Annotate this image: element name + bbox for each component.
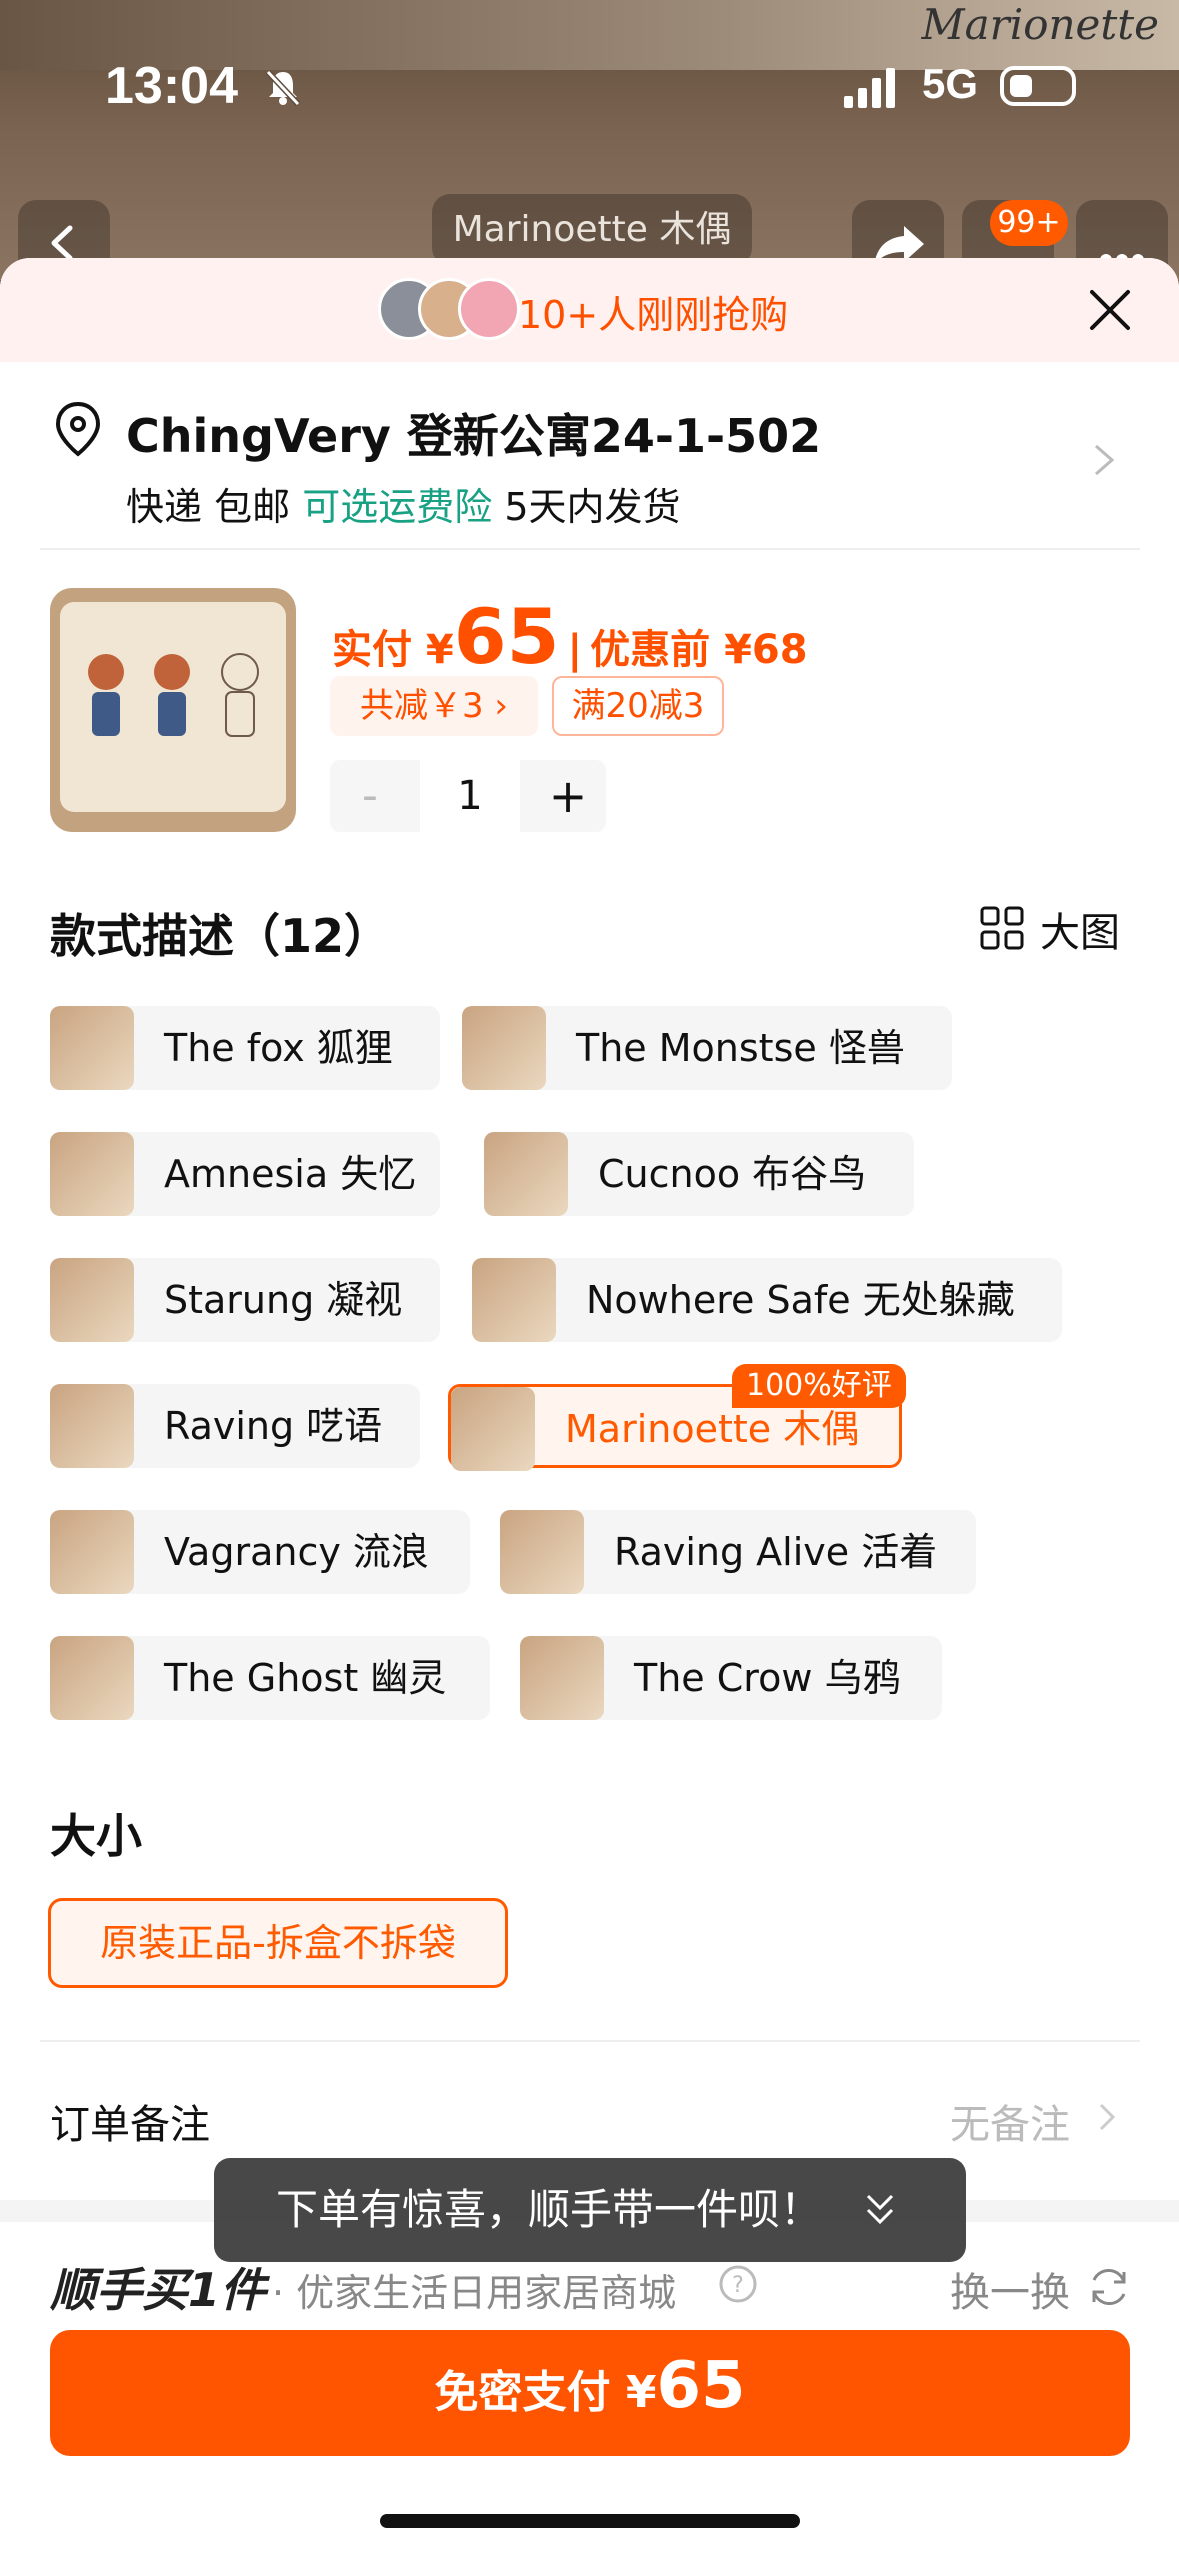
addon-title: 顺手买1件: [50, 2263, 267, 2317]
help-icon[interactable]: ?: [718, 2264, 758, 2304]
divider: [40, 548, 1140, 550]
option-thumbnail: [50, 1636, 134, 1720]
quantity-plus-button[interactable]: +: [530, 760, 606, 832]
buyer-avatars: [378, 278, 520, 340]
toast-prefix: 下单有惊喜，: [276, 2185, 529, 2234]
option-thumbnail: [520, 1636, 604, 1720]
order-note-value[interactable]: 无备注: [950, 2092, 1070, 2150]
option-thumbnail: [472, 1258, 556, 1342]
style-option[interactable]: The Crow 乌鸦: [520, 1636, 942, 1720]
style-option[interactable]: Starung 凝视: [50, 1258, 440, 1342]
option-thumbnail: [50, 1258, 134, 1342]
full-reduce-chip: 满20减3: [552, 676, 724, 736]
style-option[interactable]: Amnesia 失忆: [50, 1132, 440, 1216]
delivery-address[interactable]: ChingVery 登新公寓24-1-502: [126, 400, 821, 466]
option-label: Raving Alive 活着: [614, 1530, 938, 1574]
option-thumbnail: [462, 1006, 546, 1090]
option-thumbnail: [50, 1132, 134, 1216]
paid-label: 实付 ¥: [332, 627, 454, 673]
grid-icon[interactable]: [976, 902, 1028, 954]
original-price: 优惠前 ¥68: [590, 627, 808, 673]
bell-slash-icon: [265, 69, 301, 107]
option-label: The fox 狐狸: [164, 1026, 393, 1070]
style-option[interactable]: Cucnoo 布谷鸟: [484, 1132, 914, 1216]
signal-icon: [844, 68, 895, 108]
divider: [40, 2040, 1140, 2042]
option-label: The Monstse 怪兽: [576, 1026, 905, 1070]
option-thumbnail: [451, 1387, 535, 1471]
style-option[interactable]: The Ghost 幽灵: [50, 1636, 490, 1720]
location-pin-icon: [55, 401, 101, 457]
refresh-icon[interactable]: [1084, 2262, 1134, 2312]
style-option[interactable]: Raving 呓语: [50, 1384, 420, 1468]
close-icon[interactable]: [1080, 280, 1140, 340]
network-type: 5G: [922, 60, 979, 107]
order-note-label: 订单备注: [50, 2102, 210, 2148]
ship-free: 包邮: [214, 485, 291, 529]
style-section-title: 款式描述（12）: [50, 909, 391, 963]
rating-badge: 100%好评: [732, 1364, 906, 1408]
pay-button[interactable]: 免密支付 ¥65: [50, 2330, 1130, 2456]
option-label: Amnesia 失忆: [164, 1152, 417, 1196]
size-section-title: 大小: [50, 1809, 142, 1863]
nav-title: Marinoette 木偶: [432, 194, 752, 266]
option-thumbnail: [50, 1510, 134, 1594]
style-option[interactable]: Raving Alive 活着: [500, 1510, 976, 1594]
swap-button[interactable]: 换一换: [950, 2260, 1070, 2318]
option-label: The Ghost 幽灵: [164, 1656, 447, 1700]
option-thumbnail: [50, 1006, 134, 1090]
option-thumbnail: [484, 1132, 568, 1216]
style-option[interactable]: The Monstse 怪兽: [462, 1006, 952, 1090]
option-label: The Crow 乌鸦: [634, 1656, 901, 1700]
brand-handwriting: Marionette: [921, 0, 1159, 49]
promo-text: 10+人刚刚抢购: [518, 293, 789, 337]
size-option-selected[interactable]: 原装正品-拆盒不拆袋: [48, 1898, 508, 1988]
double-chevron-down-icon[interactable]: [862, 2186, 898, 2232]
quantity-minus-button[interactable]: -: [330, 760, 410, 832]
big-view-button[interactable]: 大图: [1040, 900, 1120, 958]
pay-amount: 65: [656, 2349, 746, 2423]
chevron-right-icon[interactable]: [1090, 440, 1118, 480]
paid-amount: 65: [453, 592, 560, 681]
quantity-value[interactable]: 1: [420, 760, 520, 832]
toast-text: 下单有惊喜，顺手带一件呗！: [276, 2158, 822, 2262]
product-image[interactable]: [50, 588, 296, 832]
option-label: Raving 呓语: [164, 1404, 383, 1448]
pay-label: 免密支付 ¥: [434, 2367, 657, 2418]
price-line: 实付 ¥65 | 优惠前 ¥68: [332, 592, 808, 681]
style-option[interactable]: Nowhere Safe 无处躲藏: [472, 1258, 1062, 1342]
avatar: [458, 278, 520, 340]
option-label: Starung 凝视: [164, 1278, 403, 1322]
ship-time: 5天内发货: [504, 485, 681, 529]
ship-method: 快递: [126, 485, 203, 529]
home-indicator[interactable]: [380, 2514, 800, 2528]
option-thumbnail: [500, 1510, 584, 1594]
price-separator: |: [567, 627, 583, 673]
option-thumbnail: [50, 1384, 134, 1468]
toast-highlight[interactable]: 顺手带一件呗！: [528, 2185, 822, 2234]
addon-subtitle: · 优家生活日用家居商城: [272, 2271, 677, 2315]
ship-insurance[interactable]: 可选运费险: [302, 485, 492, 529]
svg-text:?: ?: [732, 2273, 744, 2298]
style-option[interactable]: The fox 狐狸: [50, 1006, 440, 1090]
shipping-info: 快递 包邮 可选运费险 5天内发货: [126, 476, 681, 531]
style-option[interactable]: Vagrancy 流浪: [50, 1510, 470, 1594]
option-label: Cucnoo 布谷鸟: [598, 1152, 867, 1196]
discount-chip[interactable]: 共减￥3 ›: [330, 676, 538, 736]
battery-icon: [1000, 66, 1076, 106]
option-label: Nowhere Safe 无处躲藏: [586, 1278, 1015, 1322]
cart-count-badge: 99+: [990, 200, 1068, 246]
status-time: 13:04: [105, 57, 238, 115]
option-label: Vagrancy 流浪: [164, 1530, 429, 1574]
chevron-right-icon[interactable]: [1096, 2100, 1118, 2134]
